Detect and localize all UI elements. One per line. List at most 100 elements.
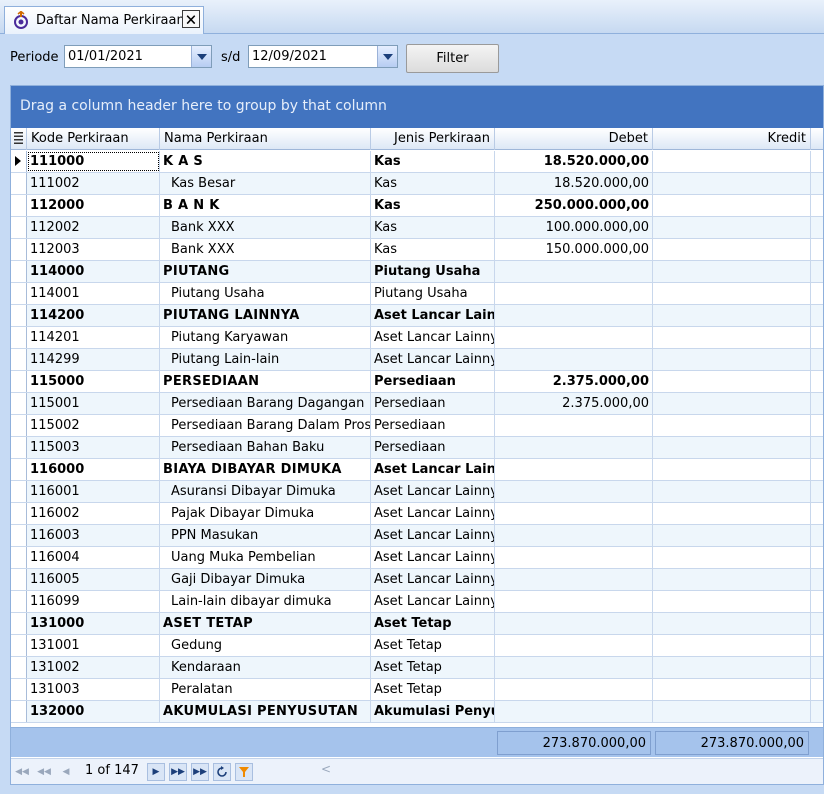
from-date-field[interactable]: 01/01/2021 — [64, 45, 212, 68]
cell-debet[interactable] — [495, 657, 653, 678]
row-indicator[interactable] — [11, 371, 27, 392]
cell-nama[interactable]: Pajak Dibayar Dimuka — [160, 503, 371, 524]
cell-kode[interactable]: 116099 — [27, 591, 160, 612]
table-row[interactable]: 116003 PPN Masukan Aset Lancar Lainnya — [11, 525, 823, 547]
cell-kredit[interactable] — [653, 239, 811, 260]
column-header-debet[interactable]: Debet — [495, 128, 653, 150]
table-row[interactable]: 112002 Bank XXX Kas 100.000.000,00 — [11, 217, 823, 239]
cell-debet[interactable] — [495, 547, 653, 568]
cell-kode[interactable]: 131000 — [27, 613, 160, 634]
row-indicator[interactable] — [11, 261, 27, 282]
cell-debet[interactable] — [495, 459, 653, 480]
cell-kode[interactable]: 112000 — [27, 195, 160, 216]
cell-kode[interactable]: 116005 — [27, 569, 160, 590]
cell-jenis[interactable]: Aset Lancar Lainnya — [371, 547, 495, 568]
cell-jenis[interactable]: Persediaan — [371, 371, 495, 392]
table-row[interactable]: 116005 Gaji Dibayar Dimuka Aset Lancar Lai… — [11, 569, 823, 591]
cell-debet[interactable] — [495, 635, 653, 656]
cell-debet[interactable] — [495, 437, 653, 458]
cell-kredit[interactable] — [653, 657, 811, 678]
row-indicator[interactable] — [11, 459, 27, 480]
row-indicator[interactable] — [11, 349, 27, 370]
cell-kode[interactable]: 112002 — [27, 217, 160, 238]
first-record-icon[interactable]: ◀◀ — [13, 763, 31, 781]
cell-jenis[interactable]: Aset Lancar Lainnya — [371, 305, 495, 326]
cell-jenis[interactable]: Aset Lancar Lainnya — [371, 591, 495, 612]
column-customize-button[interactable] — [11, 128, 27, 150]
table-row[interactable]: 116001 Asuransi Dibayar Dimuka Aset Lancar… — [11, 481, 823, 503]
column-header-kode[interactable]: Kode Perkiraan — [27, 128, 160, 150]
row-indicator[interactable] — [11, 173, 27, 194]
column-header-nama[interactable]: Nama Perkiraan — [160, 128, 371, 150]
table-row[interactable]: 131003 Peralatan Aset Tetap — [11, 679, 823, 701]
row-indicator[interactable] — [11, 525, 27, 546]
cell-kode[interactable]: 111002 — [27, 173, 160, 194]
cell-kode[interactable]: 115003 — [27, 437, 160, 458]
cell-debet[interactable] — [495, 701, 653, 722]
table-row[interactable]: 114000 PIUTANG Piutang Usaha — [11, 261, 823, 283]
cell-nama[interactable]: Gedung — [160, 635, 371, 656]
row-indicator[interactable] — [11, 283, 27, 304]
row-indicator[interactable] — [11, 569, 27, 590]
cell-kredit[interactable] — [653, 635, 811, 656]
table-row[interactable]: 114299 Piutang Lain-lain Aset Lancar Lainn… — [11, 349, 823, 371]
table-row[interactable]: 114201 Piutang Karyawan Aset Lancar Lainny… — [11, 327, 823, 349]
cell-jenis[interactable]: Piutang Usaha — [371, 261, 495, 282]
row-indicator[interactable] — [11, 635, 27, 656]
cell-nama[interactable]: PERSEDIAAN — [160, 371, 371, 392]
table-row[interactable]: 112000 B A N K Kas 250.000.000,00 — [11, 195, 823, 217]
row-indicator[interactable] — [11, 217, 27, 238]
cell-jenis[interactable]: Aset Tetap — [371, 613, 495, 634]
cell-nama[interactable]: Persediaan Barang Dagangan — [160, 393, 371, 414]
cell-nama[interactable]: Piutang Usaha — [160, 283, 371, 304]
cell-nama[interactable]: Persediaan Barang Dalam Proses — [160, 415, 371, 436]
cell-kredit[interactable] — [653, 569, 811, 590]
cell-nama[interactable]: ASET TETAP — [160, 613, 371, 634]
cell-debet[interactable]: 100.000.000,00 — [495, 217, 653, 238]
cell-kode[interactable]: 114299 — [27, 349, 160, 370]
cell-kode[interactable]: 114000 — [27, 261, 160, 282]
cell-nama[interactable]: Peralatan — [160, 679, 371, 700]
cell-jenis[interactable]: Aset Lancar Lainnya — [371, 569, 495, 590]
cell-nama[interactable]: PPN Masukan — [160, 525, 371, 546]
table-row[interactable]: 111002 Kas Besar Kas 18.520.000,00 — [11, 173, 823, 195]
cell-nama[interactable]: Asuransi Dibayar Dimuka — [160, 481, 371, 502]
cell-kode[interactable]: 131002 — [27, 657, 160, 678]
cell-kode[interactable]: 116003 — [27, 525, 160, 546]
table-row[interactable]: 131002 Kendaraan Aset Tetap — [11, 657, 823, 679]
cell-kode[interactable]: 112003 — [27, 239, 160, 260]
cell-kredit[interactable] — [653, 393, 811, 414]
previous-page-icon[interactable]: ◀◀ — [35, 763, 53, 781]
cell-nama[interactable]: Piutang Karyawan — [160, 327, 371, 348]
cell-debet[interactable]: 18.520.000,00 — [495, 173, 653, 194]
group-by-panel[interactable]: Drag a column header here to group by th… — [11, 86, 823, 128]
row-indicator[interactable] — [11, 613, 27, 634]
next-record-icon[interactable]: ▶ — [147, 763, 165, 781]
cell-kode[interactable]: 131001 — [27, 635, 160, 656]
cell-kode[interactable]: 116002 — [27, 503, 160, 524]
cell-jenis[interactable]: Kas — [371, 239, 495, 260]
tab-close-button[interactable]: 🗙 — [182, 10, 200, 28]
cell-kode[interactable]: 115001 — [27, 393, 160, 414]
cell-kredit[interactable] — [653, 415, 811, 436]
cell-jenis[interactable]: Kas — [371, 195, 495, 216]
cell-nama[interactable]: Bank XXX — [160, 217, 371, 238]
cell-kredit[interactable] — [653, 283, 811, 304]
cell-jenis[interactable]: Persediaan — [371, 437, 495, 458]
scroll-left-icon[interactable]: < — [321, 762, 331, 776]
cell-debet[interactable] — [495, 283, 653, 304]
cell-kredit[interactable] — [653, 151, 811, 172]
cell-kode[interactable]: 115000 — [27, 371, 160, 392]
cell-debet[interactable] — [495, 503, 653, 524]
cell-kredit[interactable] — [653, 459, 811, 480]
table-row[interactable]: 116099 Lain-lain dibayar dimuka Aset Lanca… — [11, 591, 823, 613]
cell-kredit[interactable] — [653, 217, 811, 238]
filter-icon[interactable] — [235, 763, 253, 781]
cell-kredit[interactable] — [653, 525, 811, 546]
next-page-icon[interactable]: ▶▶ — [169, 763, 187, 781]
cell-kode[interactable]: 114200 — [27, 305, 160, 326]
cell-kredit[interactable] — [653, 349, 811, 370]
table-row[interactable]: 114001 Piutang Usaha Piutang Usaha — [11, 283, 823, 305]
cell-kredit[interactable] — [653, 173, 811, 194]
cell-jenis[interactable]: Aset Lancar Lainnya — [371, 459, 495, 480]
